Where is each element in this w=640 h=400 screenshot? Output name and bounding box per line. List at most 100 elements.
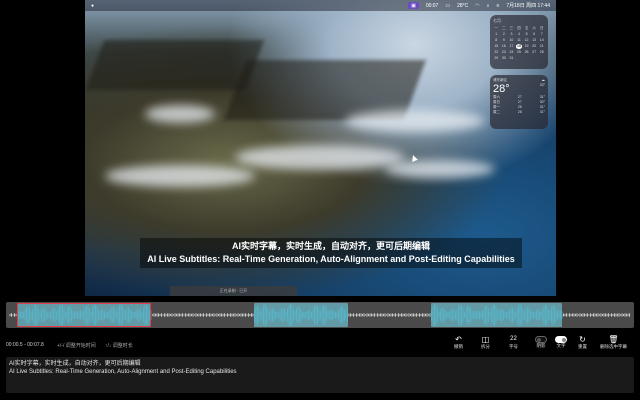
battery-icon: ▭ <box>445 2 451 9</box>
subtitle-clip-2[interactable] <box>254 303 348 327</box>
timeline-track[interactable] <box>6 302 634 328</box>
trash-icon: 🗑 <box>608 335 619 344</box>
calendar-day[interactable]: 30 <box>501 56 508 61</box>
subtitle-text-editor[interactable]: AI实时字幕，实时生成，自动对齐，更可后期编辑 AI Live Subtitle… <box>6 357 634 393</box>
forecast-lo: 31° <box>539 110 545 114</box>
calendar-day[interactable]: 7 <box>538 32 545 37</box>
shadow-switch[interactable] <box>535 336 547 343</box>
calendar-day[interactable]: 27 <box>531 50 538 55</box>
editor-line-en[interactable]: AI Live Subtitles: Real-Time Generation,… <box>9 368 631 376</box>
duration-hint: ↑/↓ 调整时长 <box>105 343 133 349</box>
calendar-day[interactable]: 13 <box>531 38 538 43</box>
undo-label: 撤销 <box>454 344 463 349</box>
font-size-label: 字号 <box>509 344 518 349</box>
weather-widget[interactable]: 浦东新区 ☁ 28° 33° 周六 27 31° 周日 27 30° 周一 26 31° 周二 26 31… <box>490 75 548 129</box>
subtitle-clip-3[interactable] <box>431 303 562 327</box>
calendar-day[interactable]: 15 <box>493 44 500 49</box>
reset-icon: ↻ <box>579 335 586 344</box>
control-center-icon[interactable]: ≡ <box>496 3 499 9</box>
calendar-day[interactable]: 5 <box>523 32 530 37</box>
calendar-weekday: 日 <box>539 26 544 30</box>
calendar-day[interactable]: 3 <box>508 32 515 37</box>
calendar-day[interactable]: 10 <box>508 38 515 43</box>
font-size-control[interactable]: 22 字号 <box>509 335 518 350</box>
calendar-day[interactable]: 22 <box>493 50 500 55</box>
calendar-widget[interactable]: 七月 一二三四五六日 1 2 3 4 5 6 7 8 9 10 11 12 13 14 15 16 17 18 19 2… <box>490 15 548 69</box>
calendar-day[interactable]: 2 <box>501 32 508 37</box>
reset-label: 重置 <box>578 344 587 349</box>
calendar-weekday: 五 <box>524 26 529 30</box>
search-icon[interactable]: ⌕ <box>487 3 490 9</box>
calendar-day[interactable]: 25 <box>516 50 523 55</box>
delete-label: 删除选中字幕 <box>600 344 627 349</box>
app-window: ● ▣ 00:07 ▭ 28°C ◠ ⌕ ≡ 7月18日 周四 17:44 七月… <box>0 0 640 400</box>
calendar-day[interactable]: 24 <box>508 50 515 55</box>
reset-button[interactable]: ↻ 重置 <box>578 335 587 350</box>
recording-status-text: 正在录制 · 已开 <box>219 288 248 293</box>
calendar-day[interactable]: 12 <box>523 38 530 43</box>
undo-button[interactable]: ↶ 撤销 <box>454 335 463 350</box>
delete-subtitle-button[interactable]: 🗑 删除选中字幕 <box>600 335 627 350</box>
wifi-icon: ◠ <box>475 2 480 9</box>
calendar-day[interactable]: 6 <box>531 32 538 37</box>
calendar-day[interactable]: 1 <box>493 32 500 37</box>
forecast-hi: 26 <box>517 110 522 114</box>
calendar-day[interactable]: 23 <box>501 50 508 55</box>
calendar-day[interactable]: 28 <box>538 50 545 55</box>
forecast-day: 周二 <box>493 110 500 114</box>
calendar-weekday: 一 <box>494 26 499 30</box>
recording-status-bar: 正在录制 · 已开 <box>170 286 297 296</box>
calendar-day[interactable]: 8 <box>493 38 500 43</box>
calendar-day[interactable]: 20 <box>531 44 538 49</box>
recording-badge[interactable]: ▣ <box>408 2 419 9</box>
weather-temp: 28° <box>493 83 510 95</box>
apple-logo-icon[interactable]: ● <box>91 3 94 9</box>
calendar-day[interactable]: 14 <box>538 38 545 43</box>
split-button[interactable]: ◫ 拆分 <box>481 335 490 350</box>
calendar-weekday: 六 <box>532 26 536 30</box>
weather-forecast: 周六 27 31° 周日 27 30° 周一 26 31° 周二 26 31° <box>493 95 545 115</box>
cloud <box>105 165 255 187</box>
calendar-day[interactable]: 11 <box>516 38 523 43</box>
cloud <box>385 160 495 178</box>
split-icon: ◫ <box>481 335 490 344</box>
cloud <box>235 145 405 170</box>
calendar-day[interactable]: 19 <box>523 44 530 49</box>
edit-toolbar: 00:00.5 - 00:07.8 +/-/ 调整开始时间 ↑/↓ 调整时长 ↶… <box>0 333 640 355</box>
editor-line-zh[interactable]: AI实时字幕，实时生成，自动对齐，更可后期编辑 <box>9 360 631 368</box>
subtitle-overlay[interactable]: AI实时字幕，实时生成，自动对齐，更可后期编辑 AI Live Subtitle… <box>140 238 522 268</box>
calendar-month: 七月 <box>493 18 501 23</box>
text-switch[interactable] <box>555 336 567 343</box>
calendar-day[interactable]: 31 <box>508 56 515 61</box>
calendar-day[interactable]: 26 <box>523 50 530 55</box>
clip-time-range: 00:00.5 - 00:07.8 <box>6 342 44 348</box>
calendar-day[interactable]: 4 <box>516 32 523 37</box>
calendar-day[interactable]: 29 <box>493 56 500 61</box>
weather-menu-temp: 28°C <box>457 2 469 9</box>
shadow-label: 阴影 <box>536 343 546 348</box>
text-toggle[interactable]: 文字 <box>555 335 567 349</box>
cloud <box>145 105 215 123</box>
calendar-day[interactable]: 16 <box>501 44 508 49</box>
calendar-weekday: 四 <box>517 26 521 30</box>
font-size-value[interactable]: 22 <box>510 335 517 344</box>
calendar-day[interactable]: 18 <box>515 44 523 49</box>
menu-bar: ● ▣ 00:07 ▭ 28°C ◠ ⌕ ≡ 7月18日 周四 17:44 <box>85 0 556 11</box>
subtitle-line-zh: AI实时字幕，实时生成，自动对齐，更可后期编辑 <box>231 241 430 251</box>
clock-label: 7月18日 周四 17:44 <box>506 3 550 9</box>
calendar-day[interactable]: 17 <box>508 44 515 49</box>
cloud <box>345 110 485 132</box>
calendar-day[interactable]: 9 <box>501 38 508 43</box>
undo-icon: ↶ <box>455 335 462 344</box>
subtitle-clip-1[interactable] <box>17 303 151 327</box>
timer-label: 00:07 <box>425 2 439 9</box>
shadow-toggle[interactable]: 阴影 <box>535 335 547 349</box>
start-time-hint: +/-/ 调整开始时间 <box>57 343 96 349</box>
split-label: 拆分 <box>481 344 490 349</box>
calendar-day[interactable]: 21 <box>538 44 545 49</box>
forecast-row: 周二 26 31° <box>493 110 545 115</box>
text-label: 文字 <box>556 343 566 348</box>
calendar-weekday: 二 <box>502 26 506 30</box>
subtitle-line-en: AI Live Subtitles: Real-Time Generation,… <box>147 254 515 264</box>
record-icon: ▣ <box>411 2 416 9</box>
